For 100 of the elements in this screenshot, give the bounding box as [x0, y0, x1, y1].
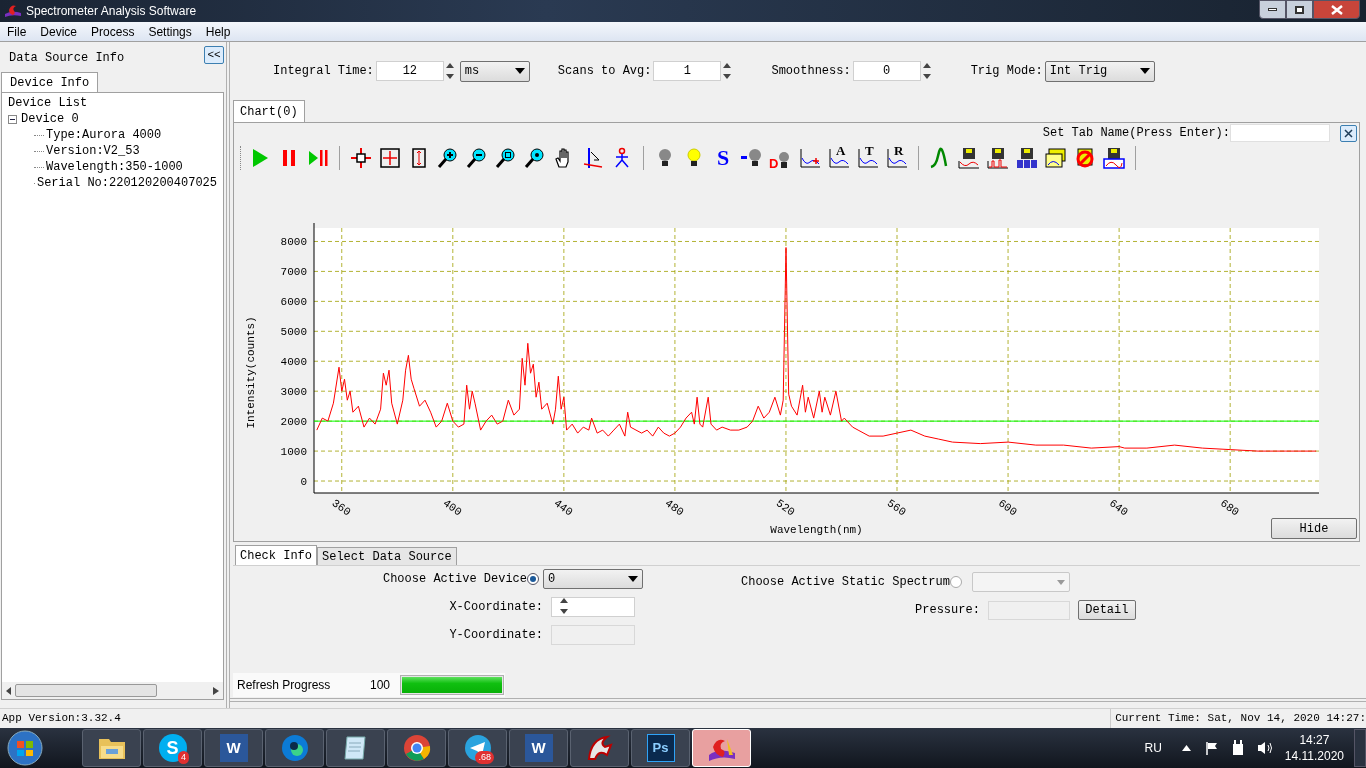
- x-tick-label: 440: [551, 497, 575, 519]
- dropdown[interactable]: Int Trig: [1044, 60, 1155, 82]
- save-table-icon[interactable]: [1015, 146, 1039, 170]
- taskbar-app[interactable]: [326, 729, 385, 767]
- restore-button[interactable]: [1286, 0, 1313, 19]
- tree-item[interactable]: Serial No:220120200407025: [36, 174, 217, 192]
- taskbar-app[interactable]: .68: [448, 729, 507, 767]
- pressure-field[interactable]: [987, 600, 1070, 620]
- number-field[interactable]: 0: [852, 61, 921, 81]
- taskbar-app[interactable]: [265, 729, 324, 767]
- y-coordinate-field[interactable]: [551, 625, 635, 645]
- progress-reading: 100: [370, 677, 392, 694]
- plot-button[interactable]: T: [856, 146, 880, 170]
- scroll-right-icon[interactable]: [213, 686, 219, 695]
- dropdown-arrow-icon: [1056, 579, 1065, 585]
- y-tick-label: 0: [300, 476, 307, 488]
- taskbar-app[interactable]: [387, 729, 446, 767]
- tab[interactable]: Select Data Source: [317, 547, 457, 565]
- field-label: Set Tab Name(Press Enter):: [1042, 125, 1230, 142]
- volume-icon[interactable]: [1256, 741, 1273, 755]
- radio-button[interactable]: [949, 576, 962, 588]
- open-chart-icon[interactable]: [1044, 146, 1068, 170]
- x-tick-label: 560: [884, 497, 908, 519]
- x-tick-label: 400: [440, 497, 464, 519]
- save-chart-icon[interactable]: [1102, 146, 1126, 170]
- dark-bulb-button[interactable]: D: [769, 146, 793, 170]
- close-icon: [1344, 128, 1353, 138]
- taskbar-app[interactable]: W: [204, 729, 263, 767]
- tree-item[interactable]: Type:Aurora 4000: [46, 126, 162, 144]
- x-tick-label: 360: [329, 497, 353, 519]
- tree-item[interactable]: Device 0: [21, 110, 79, 128]
- bulb-icon: [778, 150, 791, 170]
- plot-button[interactable]: A: [827, 146, 851, 170]
- tab[interactable]: Chart(0): [233, 100, 305, 122]
- tree-item[interactable]: Device List: [8, 94, 88, 112]
- taskbar-app[interactable]: [570, 729, 629, 767]
- tree-item[interactable]: Version:V2_53: [46, 142, 140, 160]
- app-logo-icon: [4, 4, 22, 18]
- x-tick-label: 520: [773, 497, 797, 519]
- taskbar-app[interactable]: Ps: [631, 729, 690, 767]
- y-tick-label: 5000: [280, 326, 307, 339]
- field-label: Integral Time:: [273, 63, 374, 80]
- detail-button[interactable]: Detail: [1077, 600, 1136, 620]
- zoom-reset-icon[interactable]: [523, 146, 547, 170]
- notification-badge: .68: [475, 751, 494, 764]
- radio-button[interactable]: [527, 573, 539, 585]
- zoom-in-icon[interactable]: [436, 146, 460, 170]
- menu-item[interactable]: Settings: [141, 22, 199, 41]
- plot-button[interactable]: R: [885, 146, 909, 170]
- zoom-box-icon[interactable]: [494, 146, 518, 170]
- taskbar-app[interactable]: [82, 729, 141, 767]
- close-button[interactable]: [1340, 124, 1357, 142]
- clock[interactable]: 14:27 14.11.2020: [1284, 732, 1344, 764]
- collapse-toggle[interactable]: [8, 114, 17, 124]
- dropdown-arrow-icon: [514, 68, 525, 74]
- field-label: Choose Active Static Spectrum: [741, 574, 950, 591]
- y-tick-label: 6000: [280, 296, 307, 309]
- tab-name-field[interactable]: [1230, 124, 1330, 142]
- number-field[interactable]: 1: [653, 61, 722, 81]
- zoom-out-icon[interactable]: [465, 146, 489, 170]
- number-field[interactable]: 12: [375, 61, 444, 81]
- field-label: Trig Mode:: [970, 63, 1043, 80]
- cursor-marker-icon[interactable]: [581, 146, 605, 170]
- field-label: Choose Active Device: [382, 571, 527, 588]
- tray-arrow-icon[interactable]: [1181, 745, 1191, 751]
- x-tick-label: 600: [995, 497, 1020, 519]
- taskbar-app[interactable]: W: [509, 729, 568, 767]
- crosshair-icon[interactable]: [349, 146, 373, 170]
- grid-icon[interactable]: [378, 146, 402, 170]
- tab[interactable]: Device Info: [1, 72, 99, 92]
- menu-item[interactable]: Device: [33, 22, 85, 41]
- hide-button[interactable]: Hide: [1271, 518, 1357, 539]
- dropdown[interactable]: ms: [459, 60, 530, 82]
- close-icon: [1330, 4, 1343, 15]
- device-dropdown[interactable]: 0: [543, 569, 643, 589]
- collapse-button[interactable]: <<: [204, 46, 224, 64]
- horizontal-scrollbar[interactable]: [2, 682, 223, 699]
- plot-add-icon[interactable]: [798, 146, 822, 170]
- tree-item[interactable]: Wavelength:350-1000: [46, 158, 183, 176]
- flag-icon[interactable]: [1204, 741, 1219, 755]
- tab[interactable]: Check Info: [235, 545, 317, 565]
- x-tick-label: 640: [1107, 497, 1131, 519]
- field-label: Pressure:: [915, 602, 980, 619]
- save-curve-icon[interactable]: [957, 146, 981, 170]
- panel-title: Data Source Info: [9, 50, 125, 67]
- minimize-button[interactable]: [1259, 0, 1286, 19]
- menu-item[interactable]: File: [0, 22, 34, 41]
- y-tick-label: 4000: [280, 356, 307, 369]
- scroll-left-icon[interactable]: [6, 686, 12, 695]
- language-indicator[interactable]: RU: [1144, 739, 1162, 757]
- y-tick-label: 8000: [280, 236, 307, 249]
- power-icon[interactable]: [1230, 740, 1245, 756]
- toolbar-button[interactable]: S: [711, 146, 735, 170]
- y-tick-label: 7000: [280, 266, 307, 279]
- menu-item[interactable]: Help: [198, 22, 238, 41]
- x-coordinate-field[interactable]: [551, 597, 635, 617]
- menu-item[interactable]: Process: [84, 22, 142, 41]
- y-tick-label: 2000: [280, 416, 307, 429]
- save-peaks-icon[interactable]: [986, 146, 1010, 170]
- close-button[interactable]: [1313, 0, 1360, 19]
